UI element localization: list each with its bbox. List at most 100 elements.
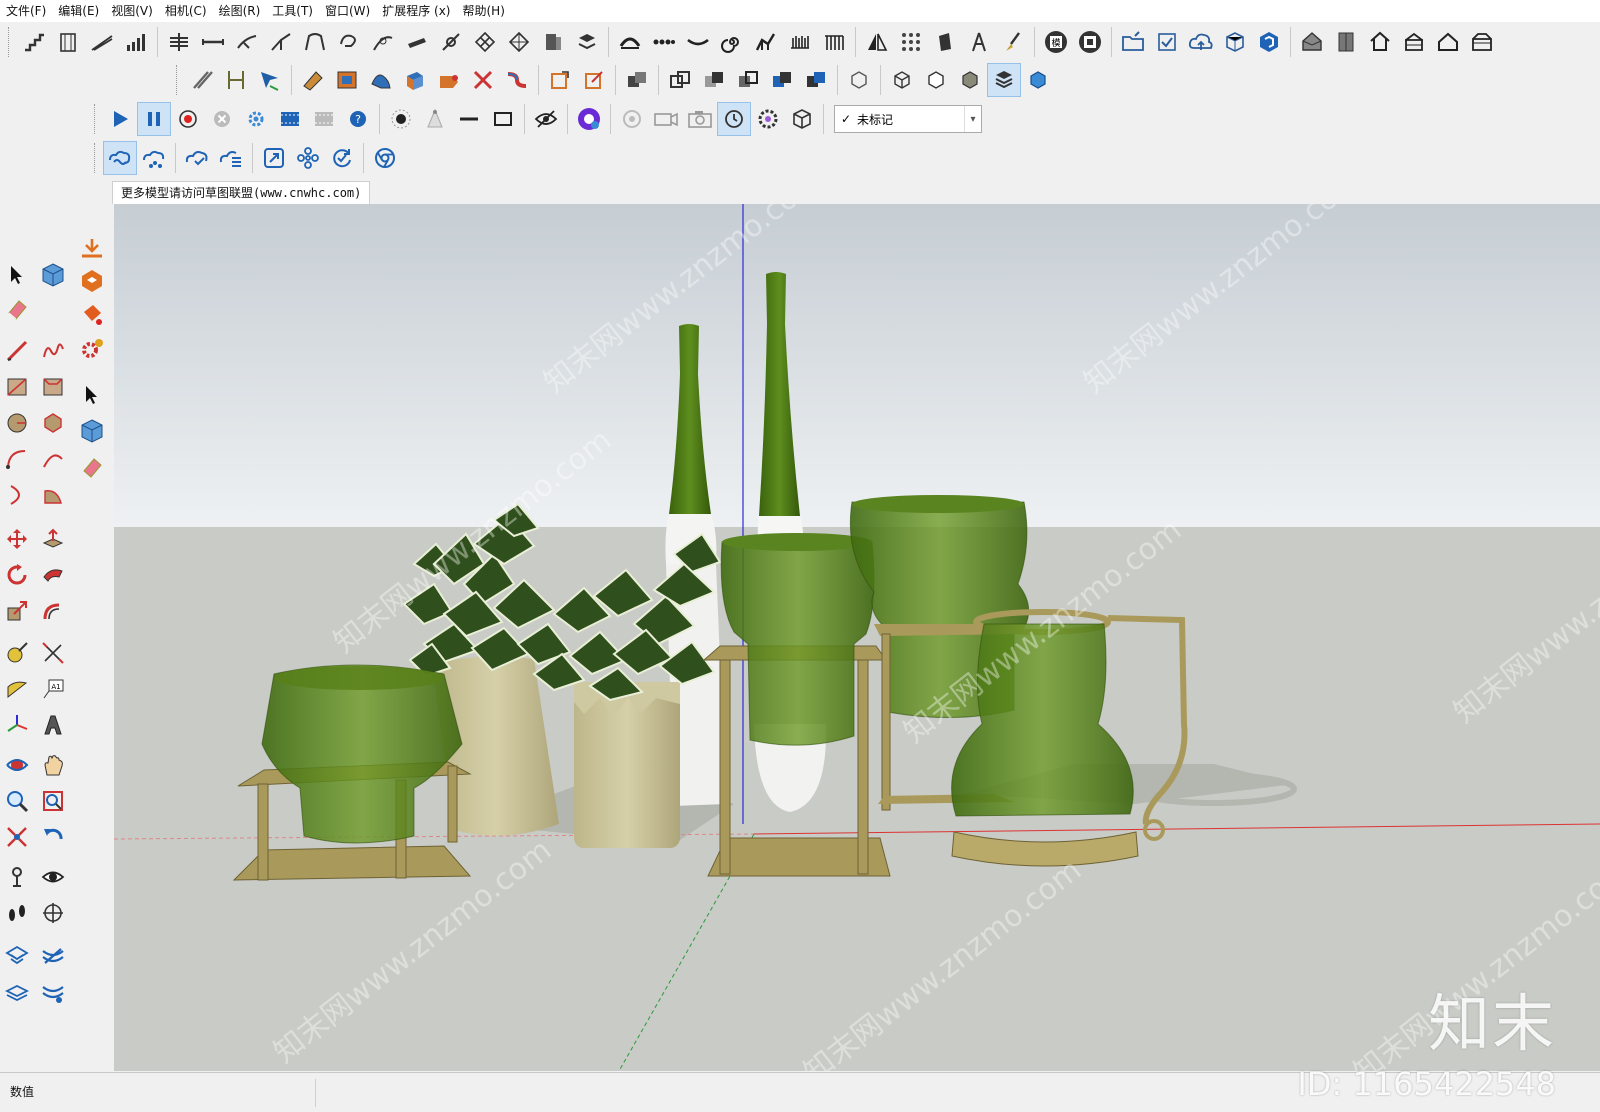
text-label-icon[interactable]: A1 — [36, 672, 70, 706]
frame-shape-icon[interactable] — [330, 63, 364, 97]
3d-text-icon[interactable] — [36, 708, 70, 742]
comb-icon[interactable] — [783, 25, 817, 59]
pencil-line-icon[interactable] — [0, 334, 34, 368]
style-hidden-line-icon[interactable] — [919, 63, 953, 97]
sandbox-drape-icon[interactable] — [0, 976, 34, 1010]
solid-outer-icon[interactable] — [663, 63, 697, 97]
orbit-disabled-icon[interactable] — [615, 102, 649, 136]
cloud-check-icon[interactable] — [180, 141, 214, 175]
component-badge-icon[interactable] — [1073, 25, 1107, 59]
dimension-icon[interactable] — [36, 636, 70, 670]
help-circle-icon[interactable]: ? — [341, 102, 375, 136]
photo-camera-icon[interactable] — [683, 102, 717, 136]
node-line-icon[interactable] — [434, 25, 468, 59]
zoom-icon[interactable] — [0, 784, 34, 818]
menu-view[interactable]: 视图(V) — [105, 0, 159, 22]
box-extrude-icon[interactable] — [398, 63, 432, 97]
hexagon-plugin-icon[interactable] — [75, 264, 109, 298]
walk-footprints-icon[interactable] — [0, 896, 34, 930]
cut-shape-icon[interactable] — [432, 63, 466, 97]
solid-union-icon[interactable] — [620, 63, 654, 97]
trimble-logo-icon[interactable] — [1252, 25, 1286, 59]
section-plane-icon[interactable] — [36, 896, 70, 930]
house-3d-icon[interactable] — [1295, 25, 1329, 59]
menu-draw[interactable]: 绘图(R) — [213, 0, 267, 22]
door-icon[interactable] — [1329, 25, 1363, 59]
tangent-curve-icon[interactable] — [366, 25, 400, 59]
push-pull-icon[interactable] — [36, 522, 70, 556]
stop-icon[interactable] — [205, 102, 239, 136]
refresh-check-icon[interactable] — [325, 141, 359, 175]
import-down-icon[interactable] — [75, 232, 109, 266]
resize-frame-icon[interactable] — [577, 63, 611, 97]
menu-file[interactable]: 文件(F) — [0, 0, 52, 22]
branch-line-icon[interactable] — [230, 25, 264, 59]
protractor-icon[interactable] — [0, 672, 34, 706]
menu-extensions[interactable]: 扩展程序 (x) — [376, 0, 456, 22]
cube-share-icon[interactable] — [1218, 25, 1252, 59]
film-disabled-icon[interactable] — [307, 102, 341, 136]
cloud-link-icon[interactable] — [103, 141, 137, 175]
eraser-2-icon[interactable] — [75, 450, 109, 484]
sandbox-smoove-icon[interactable] — [36, 976, 70, 1010]
previous-view-icon[interactable] — [36, 820, 70, 854]
flower-nodes-icon[interactable] — [291, 141, 325, 175]
fork-line-icon[interactable] — [264, 25, 298, 59]
cloud-list-icon[interactable] — [214, 141, 248, 175]
model-badge-icon[interactable]: 模 — [1039, 25, 1073, 59]
inset-frame-icon[interactable] — [543, 63, 577, 97]
select-arrow-icon[interactable] — [0, 258, 34, 292]
stairs-icon[interactable] — [17, 25, 51, 59]
move-arrows-icon[interactable] — [0, 522, 34, 556]
style-wireframe-icon[interactable] — [885, 63, 919, 97]
paint-bucket-icon[interactable] — [75, 298, 109, 332]
zoom-window-icon[interactable] — [36, 784, 70, 818]
pause-icon[interactable] — [137, 102, 171, 136]
pan-hand-icon[interactable] — [36, 748, 70, 782]
wedge-shape-icon[interactable] — [296, 63, 330, 97]
look-around-eye-icon[interactable] — [36, 860, 70, 894]
freehand-icon[interactable] — [36, 334, 70, 368]
menu-tools[interactable]: 工具(T) — [266, 0, 319, 22]
follow-me-icon[interactable] — [36, 558, 70, 592]
arc-icon[interactable] — [0, 442, 34, 476]
arch-icon[interactable] — [298, 25, 332, 59]
rotated-rectangle-icon[interactable] — [36, 370, 70, 404]
select-arrow-2-icon[interactable] — [75, 378, 109, 412]
expand-frame-icon[interactable] — [257, 141, 291, 175]
polygon-icon[interactable] — [36, 406, 70, 440]
style-shaded-icon[interactable] — [953, 63, 987, 97]
position-camera-icon[interactable] — [0, 860, 34, 894]
house-outline-icon[interactable] — [1431, 25, 1465, 59]
select-path-icon[interactable] — [253, 63, 287, 97]
gear-orange-icon[interactable] — [75, 332, 109, 366]
zoom-extents-icon[interactable] — [0, 820, 34, 854]
offset-edge-icon[interactable] — [185, 63, 219, 97]
component-cubes-icon[interactable] — [36, 258, 70, 292]
twist-shape-icon[interactable] — [364, 63, 398, 97]
spot-light-icon[interactable] — [418, 102, 452, 136]
eraser-icon[interactable] — [0, 292, 34, 326]
spiral-icon[interactable] — [715, 25, 749, 59]
two-point-arc-icon[interactable] — [36, 442, 70, 476]
component-cubes-2-icon[interactable] — [75, 414, 109, 448]
orbit-icon[interactable] — [0, 748, 34, 782]
arc-bridge-icon[interactable] — [613, 25, 647, 59]
slab-icon[interactable] — [928, 25, 962, 59]
plank-icon[interactable] — [400, 25, 434, 59]
cloud-upload-icon[interactable] — [1184, 25, 1218, 59]
rotate-icon[interactable] — [0, 558, 34, 592]
flip-cube-icon[interactable] — [570, 25, 604, 59]
box-panel-icon[interactable] — [536, 25, 570, 59]
chevron-down-icon[interactable]: ▾ — [964, 106, 981, 132]
colonnade-icon[interactable] — [817, 25, 851, 59]
clock-pointer-icon[interactable] — [717, 102, 751, 136]
mirror-icon[interactable] — [860, 25, 894, 59]
extrude-edge-icon[interactable] — [749, 25, 783, 59]
style-xray-icon[interactable] — [842, 63, 876, 97]
line-light-icon[interactable] — [452, 102, 486, 136]
bar-steps-icon[interactable] — [119, 25, 153, 59]
point-light-icon[interactable] — [384, 102, 418, 136]
axes-icon[interactable] — [0, 708, 34, 742]
tape-measure-icon[interactable] — [0, 636, 34, 670]
